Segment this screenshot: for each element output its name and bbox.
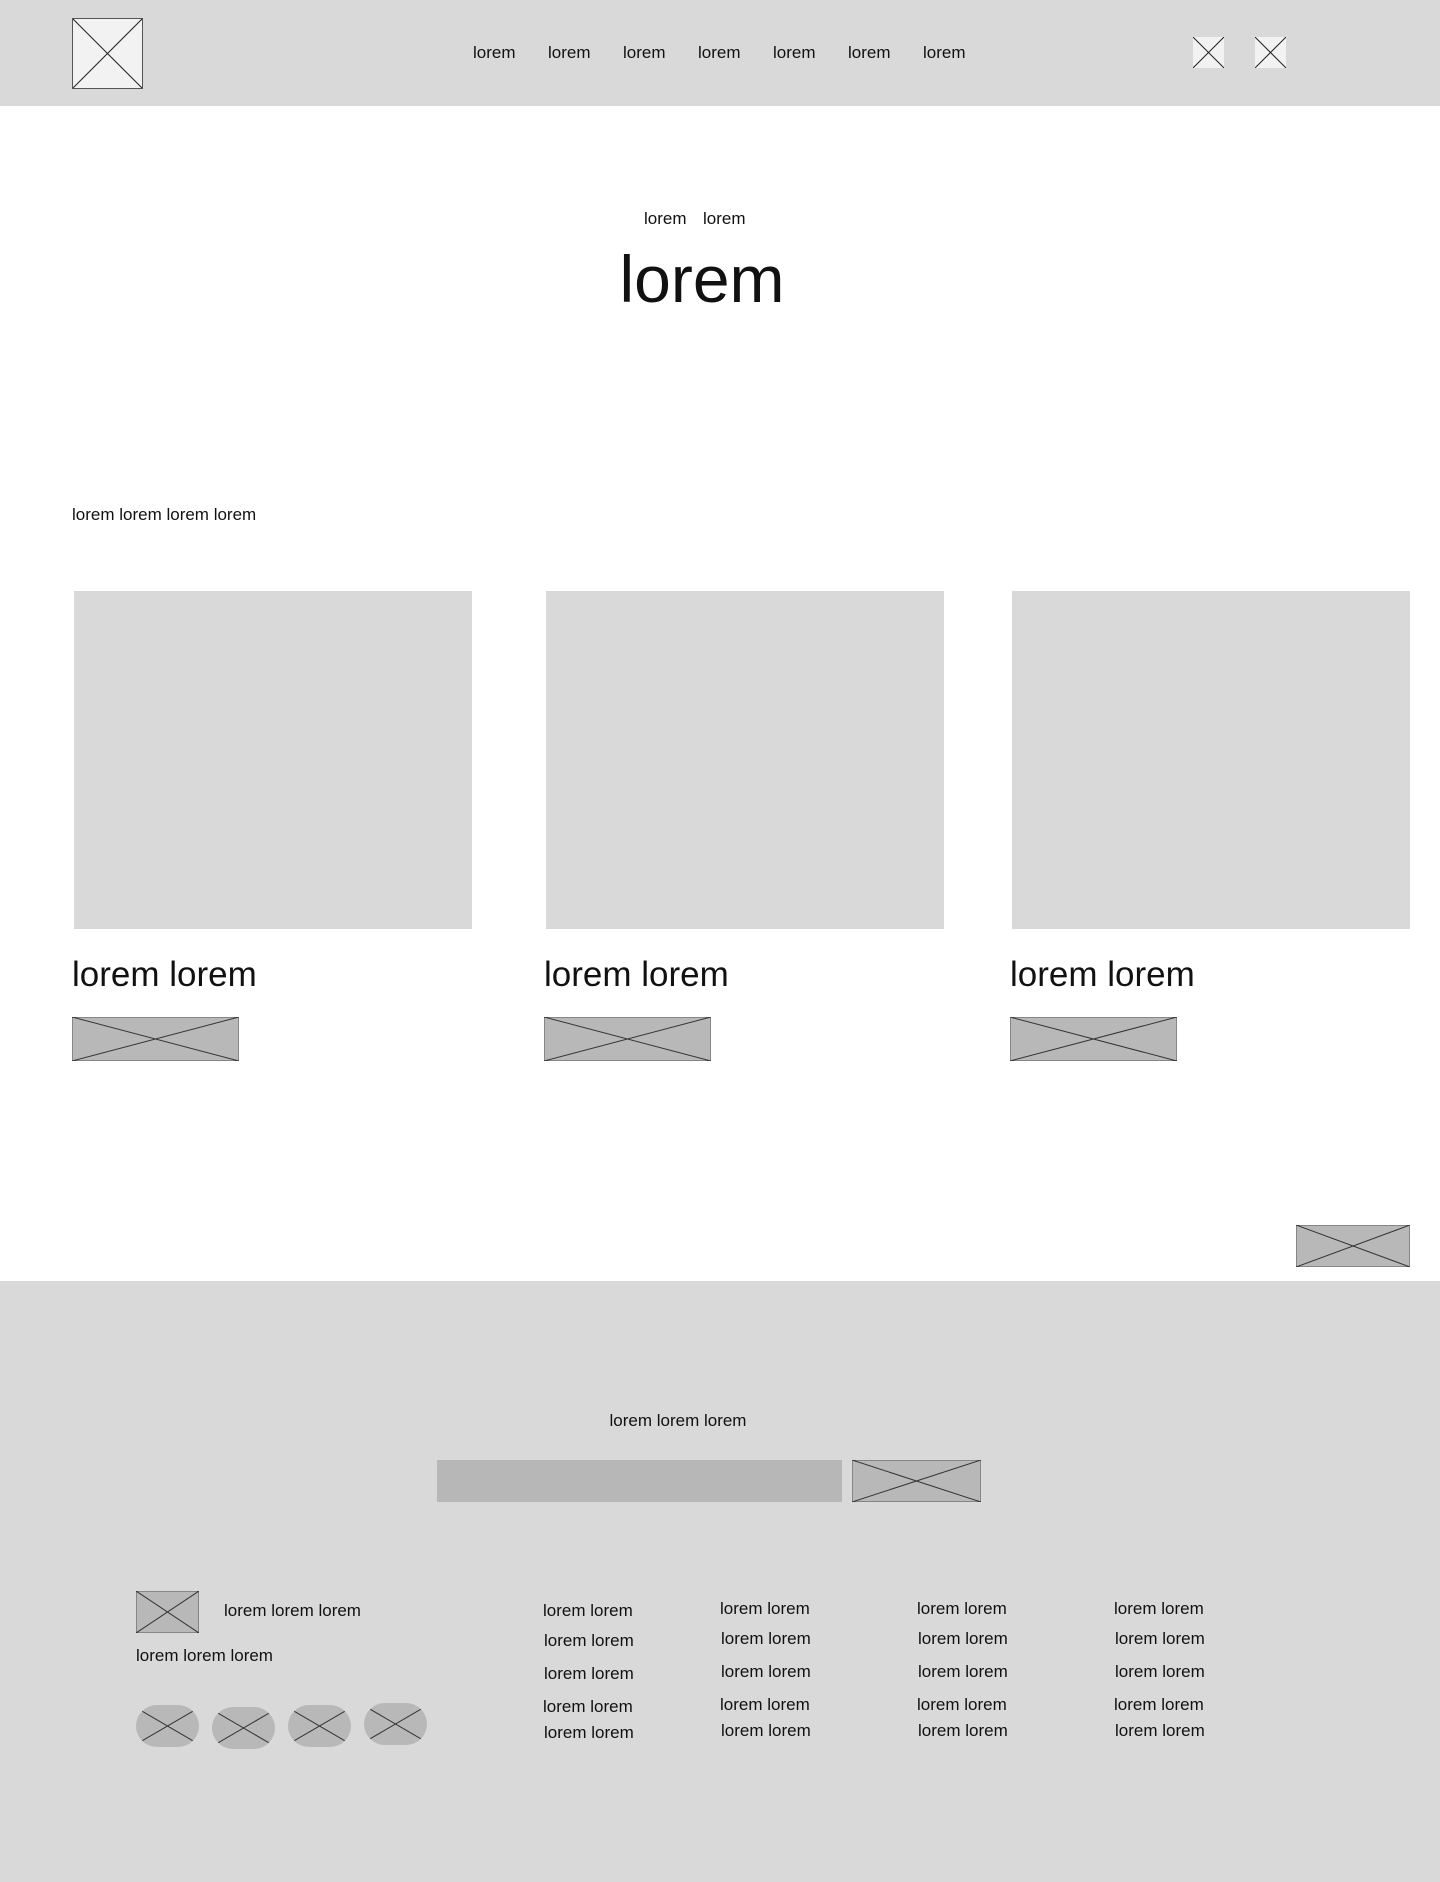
footer-col-4-link-5[interactable]: lorem lorem (1115, 1721, 1205, 1741)
footer-col-1-link-1[interactable]: lorem lorem (543, 1601, 633, 1621)
card-image-3[interactable] (1012, 591, 1410, 929)
nav-item-3[interactable]: lorem (623, 43, 666, 63)
footer-col-1-link-2[interactable]: lorem lorem (544, 1631, 634, 1651)
card-image-2[interactable] (546, 591, 944, 929)
footer-col-1-link-4[interactable]: lorem lorem (543, 1697, 633, 1717)
footer-col-3-link-5[interactable]: lorem lorem (918, 1721, 1008, 1741)
card-button-2[interactable] (544, 1017, 711, 1061)
footer-col-3-link-1[interactable]: lorem lorem (917, 1599, 1007, 1619)
card-title-3: lorem lorem (1010, 955, 1195, 994)
social-icon-4[interactable] (364, 1703, 427, 1745)
social-icon-2[interactable] (212, 1707, 275, 1749)
nav-item-4[interactable]: lorem (698, 43, 741, 63)
footer-col-3-link-3[interactable]: lorem lorem (918, 1662, 1008, 1682)
footer-logo-icon[interactable] (136, 1591, 199, 1633)
card-image-1[interactable] (74, 591, 472, 929)
footer-col-3-link-2[interactable]: lorem lorem (918, 1629, 1008, 1649)
nav-item-1[interactable]: lorem (473, 43, 516, 63)
page-title: lorem (619, 242, 785, 316)
view-more-button[interactable] (1296, 1225, 1410, 1267)
footer-tagline: lorem lorem lorem (136, 1646, 273, 1665)
card-button-1[interactable] (72, 1017, 239, 1061)
header-action-icon-2[interactable] (1255, 37, 1286, 68)
card-title-2: lorem lorem (544, 955, 729, 994)
footer-col-1-link-3[interactable]: lorem lorem (544, 1664, 634, 1684)
footer-col-4-link-2[interactable]: lorem lorem (1115, 1629, 1205, 1649)
card-title-1: lorem lorem (72, 955, 257, 994)
breadcrumb-item-2[interactable]: lorem (703, 209, 746, 229)
footer-col-2-link-1[interactable]: lorem lorem (720, 1599, 810, 1619)
footer-col-4-link-4[interactable]: lorem lorem (1114, 1695, 1204, 1715)
header-action-icon-1[interactable] (1193, 37, 1224, 68)
newsletter-submit-button[interactable] (852, 1460, 981, 1502)
footer-col-2-link-3[interactable]: lorem lorem (721, 1662, 811, 1682)
newsletter-email-input[interactable] (437, 1460, 842, 1502)
site-footer (0, 1281, 1440, 1882)
footer-col-4-link-1[interactable]: lorem lorem (1114, 1599, 1204, 1619)
breadcrumb-item-1[interactable]: lorem (644, 209, 687, 229)
newsletter-text: lorem lorem lorem (609, 1411, 747, 1430)
nav-item-7[interactable]: lorem (923, 43, 966, 63)
social-icon-3[interactable] (288, 1705, 351, 1747)
card-button-3[interactable] (1010, 1017, 1177, 1061)
footer-col-2-link-2[interactable]: lorem lorem (721, 1629, 811, 1649)
footer-col-1-link-5[interactable]: lorem lorem (544, 1723, 634, 1743)
social-icon-1[interactable] (136, 1705, 199, 1747)
nav-item-5[interactable]: lorem (773, 43, 816, 63)
footer-col-4-link-3[interactable]: lorem lorem (1115, 1662, 1205, 1682)
footer-col-3-link-4[interactable]: lorem lorem (917, 1695, 1007, 1715)
section-label: lorem lorem lorem lorem (72, 505, 257, 524)
nav-item-2[interactable]: lorem (548, 43, 591, 63)
logo-placeholder-icon[interactable] (72, 18, 143, 89)
footer-col-2-link-4[interactable]: lorem lorem (720, 1695, 810, 1715)
nav-item-6[interactable]: lorem (848, 43, 891, 63)
footer-col-2-link-5[interactable]: lorem lorem (721, 1721, 811, 1741)
footer-brand-text: lorem lorem lorem (224, 1601, 361, 1620)
